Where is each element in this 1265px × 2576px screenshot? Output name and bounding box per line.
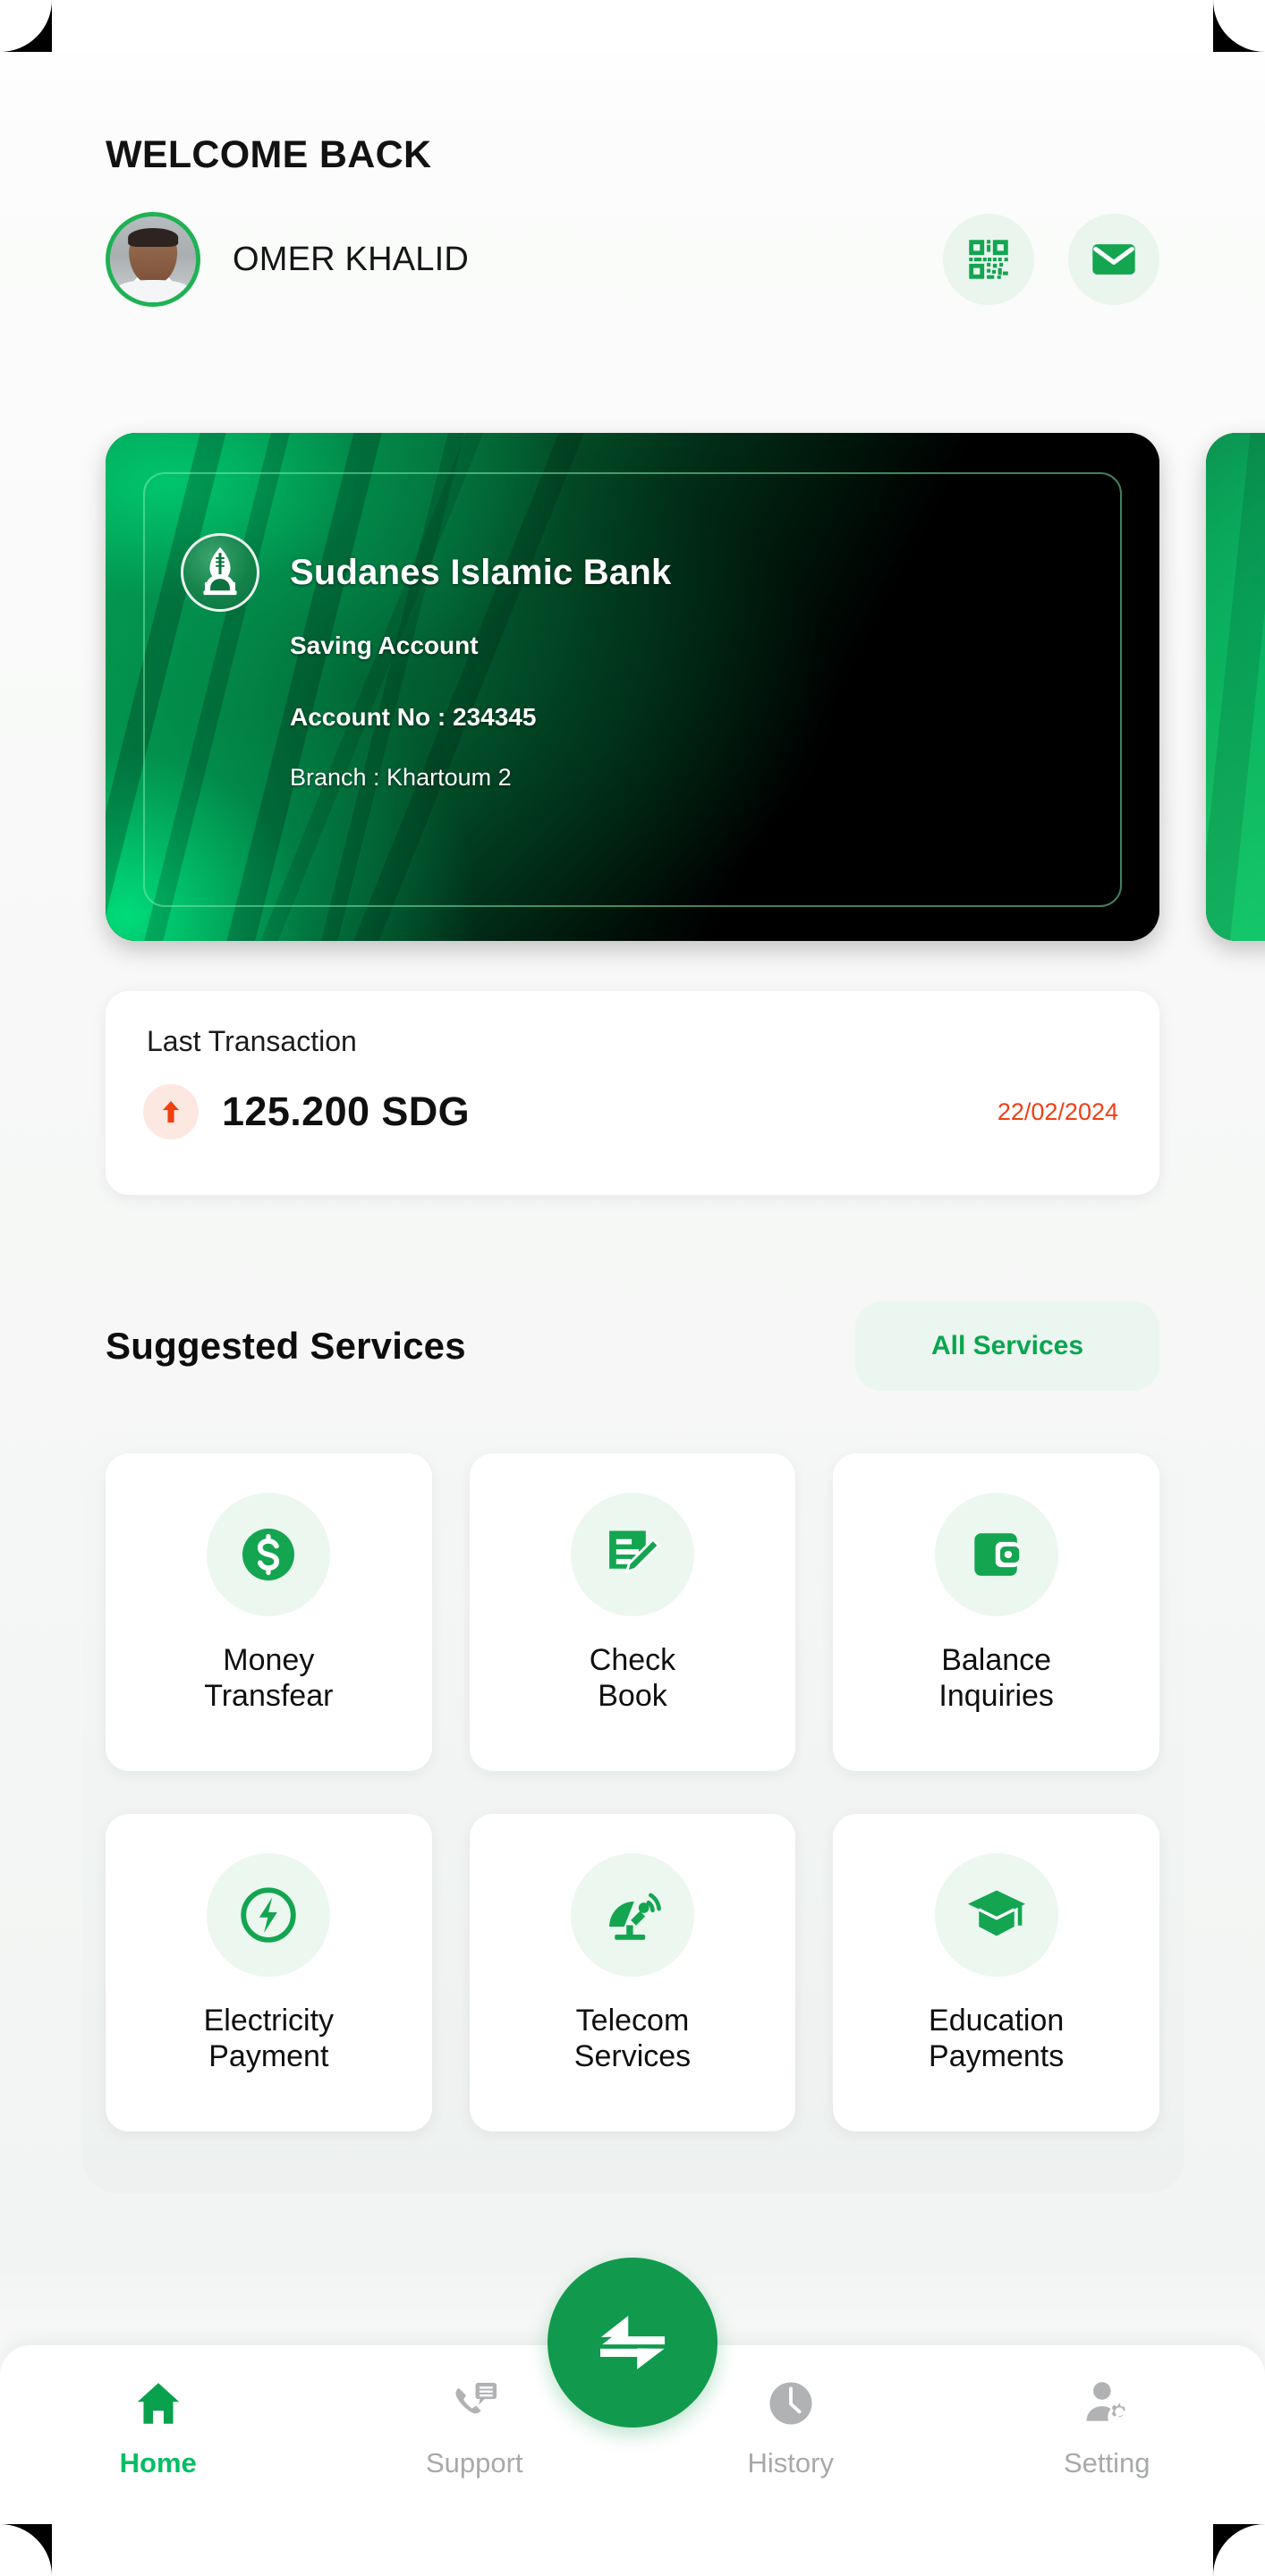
nav-label: History xyxy=(747,2447,834,2479)
transfer-arrows-icon xyxy=(600,2316,665,2369)
service-label: Money Transfear xyxy=(204,1643,334,1713)
last-transaction-date: 22/02/2024 xyxy=(997,1097,1118,1125)
all-services-button[interactable]: All Services xyxy=(855,1301,1159,1391)
nav-label: Home xyxy=(119,2447,197,2479)
transaction-direction-badge xyxy=(143,1084,199,1140)
arrow-up-icon xyxy=(162,1100,180,1123)
status-bar-area xyxy=(0,0,1265,52)
header: WELCOME BACK OMER KHALID xyxy=(106,133,1159,309)
wallet-icon xyxy=(973,1533,1019,1576)
services-section-header: Suggested Services All Services xyxy=(106,1301,1159,1391)
nav-item-home[interactable]: Home xyxy=(0,2376,317,2479)
welcome-title: WELCOME BACK xyxy=(106,133,432,176)
service-icon-bubble xyxy=(570,1493,694,1616)
service-tile-electricity-payment[interactable]: Electricity Payment xyxy=(106,1814,432,2131)
header-actions xyxy=(943,214,1159,306)
service-tile-money-transfear[interactable]: Money Transfear xyxy=(106,1453,432,1771)
account-number: Account No : 234345 xyxy=(290,703,537,731)
service-tile-telecom-services[interactable]: Telecom Services xyxy=(469,1814,796,2131)
service-label: Electricity Payment xyxy=(203,2004,335,2073)
mail-icon xyxy=(1092,244,1135,275)
account-branch: Branch : Khartoum 2 xyxy=(290,764,512,791)
service-icon-bubble xyxy=(207,1493,331,1616)
avatar[interactable] xyxy=(106,212,200,308)
app-screen: WELCOME BACK OMER KHALID Sudanes Islamic… xyxy=(0,0,1265,2576)
transfer-fab-button[interactable] xyxy=(548,2258,717,2428)
qr-code-button[interactable] xyxy=(943,214,1034,306)
account-type: Saving Account xyxy=(290,631,479,659)
bank-name: Sudanes Islamic Bank xyxy=(290,552,672,592)
service-label: Check Book xyxy=(589,1643,676,1713)
card-content: Sudanes Islamic Bank Saving Account Acco… xyxy=(181,533,1097,792)
last-transaction-amount: 125.200 SDG xyxy=(222,1089,471,1134)
service-label: Telecom Services xyxy=(573,2004,692,2073)
account-card-next[interactable] xyxy=(1206,433,1265,941)
dollar-circle-icon xyxy=(242,1529,295,1580)
last-transaction-row: 125.200 SDG 22/02/2024 xyxy=(143,1084,1118,1140)
service-tile-balance-inquiries[interactable]: Balance Inquiries xyxy=(833,1453,1159,1771)
nav-label: Support xyxy=(425,2447,523,2479)
user-row: OMER KHALID xyxy=(106,210,1159,309)
service-icon-bubble xyxy=(934,1493,1058,1616)
card-head-row: Sudanes Islamic Bank xyxy=(181,533,1097,612)
card-pattern xyxy=(1206,433,1265,941)
mosque-logo-icon xyxy=(181,533,259,612)
nav-item-setting[interactable]: Setting xyxy=(949,2376,1265,2479)
service-icon-bubble xyxy=(207,1853,331,1977)
service-icon-bubble xyxy=(570,1853,694,1977)
account-card[interactable]: Sudanes Islamic Bank Saving Account Acco… xyxy=(106,433,1159,941)
lightning-circle-icon xyxy=(241,1887,297,1943)
avatar-hair xyxy=(128,227,178,247)
account-cards-carousel[interactable]: Sudanes Islamic Bank Saving Account Acco… xyxy=(0,433,1265,941)
mosque-glyph xyxy=(203,547,237,596)
check-book-icon xyxy=(609,1530,661,1573)
user-gear-icon xyxy=(1086,2382,1125,2421)
user-name: OMER KHALID xyxy=(233,240,470,278)
last-transaction-label: Last Transaction xyxy=(147,1025,357,1057)
last-transaction-card[interactable]: Last Transaction 125.200 SDG 22/02/2024 xyxy=(106,991,1159,1195)
nav-label: Setting xyxy=(1063,2447,1150,2479)
services-section-title: Suggested Services xyxy=(106,1325,466,1367)
service-label: Education Payments xyxy=(929,2004,1065,2073)
service-tile-check-book[interactable]: Check Book xyxy=(469,1453,796,1771)
avatar-shirt xyxy=(115,280,191,303)
clock-icon xyxy=(769,2382,812,2425)
support-chat-icon xyxy=(455,2383,497,2414)
satellite-dish-icon xyxy=(609,1893,661,1940)
service-label: Balance Inquiries xyxy=(938,1643,1054,1713)
home-icon xyxy=(137,2383,179,2424)
service-tile-education-payments[interactable]: Education Payments xyxy=(833,1814,1159,2131)
qr-code-icon xyxy=(969,240,1008,280)
mail-button[interactable] xyxy=(1068,214,1159,306)
graduation-cap-icon xyxy=(967,1890,1025,1936)
service-icon-bubble xyxy=(934,1853,1058,1977)
services-grid: Money Transfear Check Book Balance Inqui… xyxy=(106,1453,1159,2131)
